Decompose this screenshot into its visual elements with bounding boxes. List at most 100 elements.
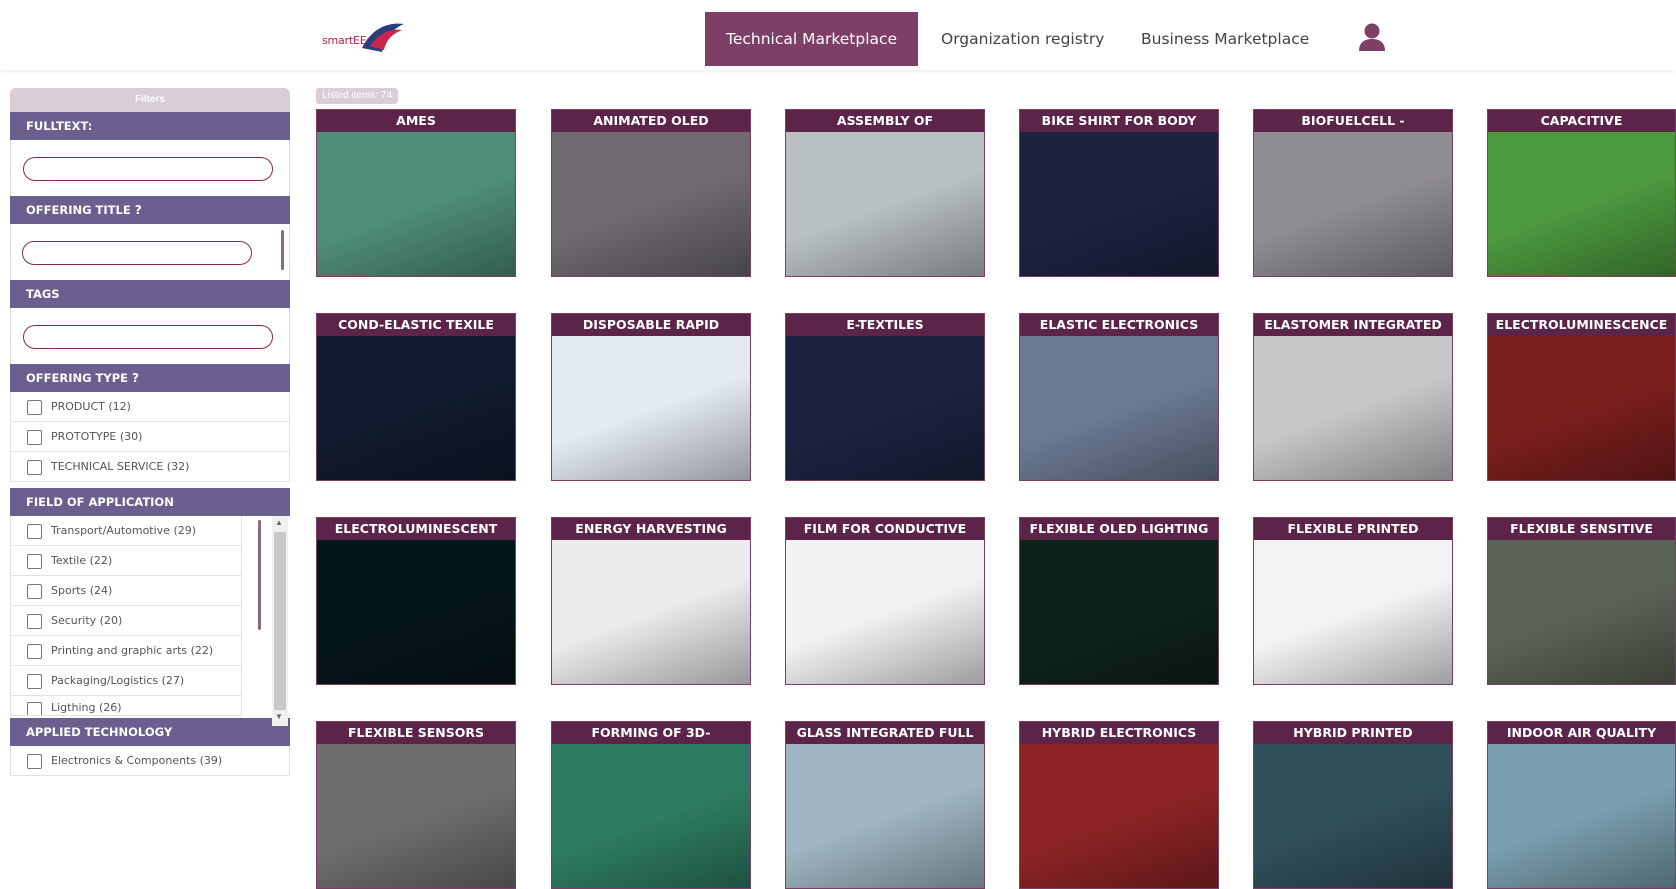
offering-card-title: INDOOR AIR QUALITY <box>1488 722 1675 744</box>
offering-thumbnail-image <box>786 518 984 684</box>
checkbox-icon <box>27 644 42 659</box>
offering-card-title: FLEXIBLE OLED LIGHTING <box>1020 518 1218 540</box>
offering-card-title: ELASTIC ELECTRONICS <box>1020 314 1218 336</box>
offering-card[interactable]: ELECTROLUMINESCENT <box>316 517 516 685</box>
listed-items-count: Listed items: 74 <box>316 88 399 104</box>
tags-label: TAGS <box>10 280 290 308</box>
nav-business-marketplace[interactable]: Business Marketplace <box>1120 12 1330 66</box>
offering-card-title: COND-ELASTIC TEXILE <box>317 314 515 336</box>
checkbox-icon <box>27 554 42 569</box>
checkbox-icon <box>27 524 42 539</box>
field-printing-checkbox[interactable]: Printing and graphic arts (22) <box>10 636 242 666</box>
smartees-logo[interactable]: smartEEs <box>320 18 408 56</box>
offering-card[interactable]: ELECTROLUMINESCENCE <box>1487 313 1676 481</box>
checkbox-label: Textile (22) <box>51 554 113 567</box>
offering-card[interactable]: FORMING OF 3D- <box>551 721 751 889</box>
offering-card[interactable]: CAPACITIVE <box>1487 109 1676 277</box>
field-lighting-checkbox[interactable]: Ligthing (26) <box>10 696 242 716</box>
fulltext-input[interactable] <box>23 157 273 181</box>
offering-title-help-icon[interactable]: ? <box>135 203 142 217</box>
field-of-application-label: FIELD OF APPLICATION <box>10 488 290 516</box>
filters-sidebar: Filters FULLTEXT: OFFERING TITLE? TAGS O… <box>10 88 290 797</box>
offering-card[interactable]: FLEXIBLE SENSITIVE <box>1487 517 1676 685</box>
field-security-checkbox[interactable]: Security (20) <box>10 606 242 636</box>
offering-thumbnail-image <box>1254 518 1452 684</box>
nav-technical-marketplace[interactable]: Technical Marketplace <box>705 12 919 66</box>
offering-thumbnail-image <box>1488 110 1675 276</box>
field-textile-checkbox[interactable]: Textile (22) <box>10 546 242 576</box>
offering-card[interactable]: GLASS INTEGRATED FULL <box>785 721 985 889</box>
user-icon[interactable] <box>1358 22 1386 52</box>
checkbox-label: Ligthing (26) <box>51 701 122 714</box>
scroll-down-icon[interactable]: ▼ <box>275 712 283 721</box>
offering-card-title: FILM FOR CONDUCTIVE <box>786 518 984 540</box>
field-of-application-list: Transport/Automotive (29) Textile (22) S… <box>10 516 290 726</box>
offering-card[interactable]: ANIMATED OLED <box>551 109 751 277</box>
offering-card[interactable]: FLEXIBLE OLED LIGHTING <box>1019 517 1219 685</box>
offering-thumbnail-image <box>552 110 750 276</box>
tags-input[interactable] <box>23 325 273 349</box>
scroll-up-icon[interactable]: ▲ <box>275 518 283 527</box>
offering-thumbnail-image <box>1020 314 1218 480</box>
offering-card[interactable]: COND-ELASTIC TEXILE <box>316 313 516 481</box>
offering-card[interactable]: ASSEMBLY OF <box>785 109 985 277</box>
offering-title-scrollbar[interactable] <box>281 230 284 270</box>
offering-thumbnail-image <box>1254 110 1452 276</box>
offering-card-title: FLEXIBLE PRINTED <box>1254 518 1452 540</box>
offering-type-help-icon[interactable]: ? <box>132 371 139 385</box>
offering-card[interactable]: HYBRID ELECTRONICS <box>1019 721 1219 889</box>
offering-card[interactable]: FILM FOR CONDUCTIVE <box>785 517 985 685</box>
offering-thumbnail-image <box>1254 722 1452 888</box>
offering-card-title: ANIMATED OLED <box>552 110 750 132</box>
offering-thumbnail-image <box>552 314 750 480</box>
offering-card[interactable]: BIOFUELCELL - <box>1253 109 1453 277</box>
offering-card-title: BIOFUELCELL - <box>1254 110 1452 132</box>
offering-thumbnail-image <box>786 110 984 276</box>
field-list-scrollbar[interactable]: ▲ ▼ <box>272 516 288 726</box>
offering-title-header: OFFERING TITLE? <box>10 196 290 224</box>
offering-card[interactable]: INDOOR AIR QUALITY <box>1487 721 1676 889</box>
checkbox-label: Electronics & Components (39) <box>51 754 223 767</box>
field-list-accent-scrollbar[interactable] <box>258 520 261 630</box>
offering-card[interactable]: BIKE SHIRT FOR BODY <box>1019 109 1219 277</box>
checkbox-label: Printing and graphic arts (22) <box>51 644 214 657</box>
offering-card[interactable]: ENERGY HARVESTING <box>551 517 751 685</box>
offering-thumbnail-image <box>1254 314 1452 480</box>
scrollbar-thumb[interactable] <box>274 532 286 710</box>
offering-card[interactable]: ELASTOMER INTEGRATED <box>1253 313 1453 481</box>
offering-card[interactable]: FLEXIBLE SENSORS <box>316 721 516 889</box>
offering-card[interactable]: AMES <box>316 109 516 277</box>
tech-electronics-components-checkbox[interactable]: Electronics & Components (39) <box>10 746 290 776</box>
offering-card[interactable]: ELASTIC ELECTRONICS <box>1019 313 1219 481</box>
nav-organization-registry[interactable]: Organization registry <box>920 12 1125 66</box>
offering-type-technical-service-checkbox[interactable]: TECHNICAL SERVICE (32) <box>10 452 290 482</box>
filters-header: Filters <box>10 88 290 112</box>
field-transport-automotive-checkbox[interactable]: Transport/Automotive (29) <box>10 516 242 546</box>
field-packaging-checkbox[interactable]: Packaging/Logistics (27) <box>10 666 242 696</box>
offering-thumbnail-image <box>317 518 515 684</box>
offering-thumbnail-image <box>552 518 750 684</box>
offering-thumbnail-image <box>786 314 984 480</box>
offering-thumbnail-image <box>1488 314 1675 480</box>
field-sports-checkbox[interactable]: Sports (24) <box>10 576 242 606</box>
offering-card-title: FORMING OF 3D- <box>552 722 750 744</box>
offering-card-title: ELECTROLUMINESCENCE <box>1488 314 1675 336</box>
checkbox-label: Security (20) <box>51 614 123 627</box>
offering-thumbnail-image <box>317 722 515 888</box>
offering-card-title: GLASS INTEGRATED FULL <box>786 722 984 744</box>
offering-card[interactable]: E-TEXTILES <box>785 313 985 481</box>
offering-card-title: ASSEMBLY OF <box>786 110 984 132</box>
checkbox-label: PROTOTYPE (30) <box>51 430 143 443</box>
offering-title-input[interactable] <box>22 241 252 265</box>
offering-card[interactable]: FLEXIBLE PRINTED <box>1253 517 1453 685</box>
offering-type-prototype-checkbox[interactable]: PROTOTYPE (30) <box>10 422 290 452</box>
checkbox-label: PRODUCT (12) <box>51 400 131 413</box>
tags-field-container <box>10 308 290 364</box>
offering-card[interactable]: HYBRID PRINTED <box>1253 721 1453 889</box>
offering-thumbnail-image <box>1020 110 1218 276</box>
offering-type-product-checkbox[interactable]: PRODUCT (12) <box>10 392 290 422</box>
offering-thumbnail-image <box>1488 722 1675 888</box>
offering-card-title: HYBRID ELECTRONICS <box>1020 722 1218 744</box>
offering-card[interactable]: DISPOSABLE RAPID <box>551 313 751 481</box>
offering-card-title: ENERGY HARVESTING <box>552 518 750 540</box>
